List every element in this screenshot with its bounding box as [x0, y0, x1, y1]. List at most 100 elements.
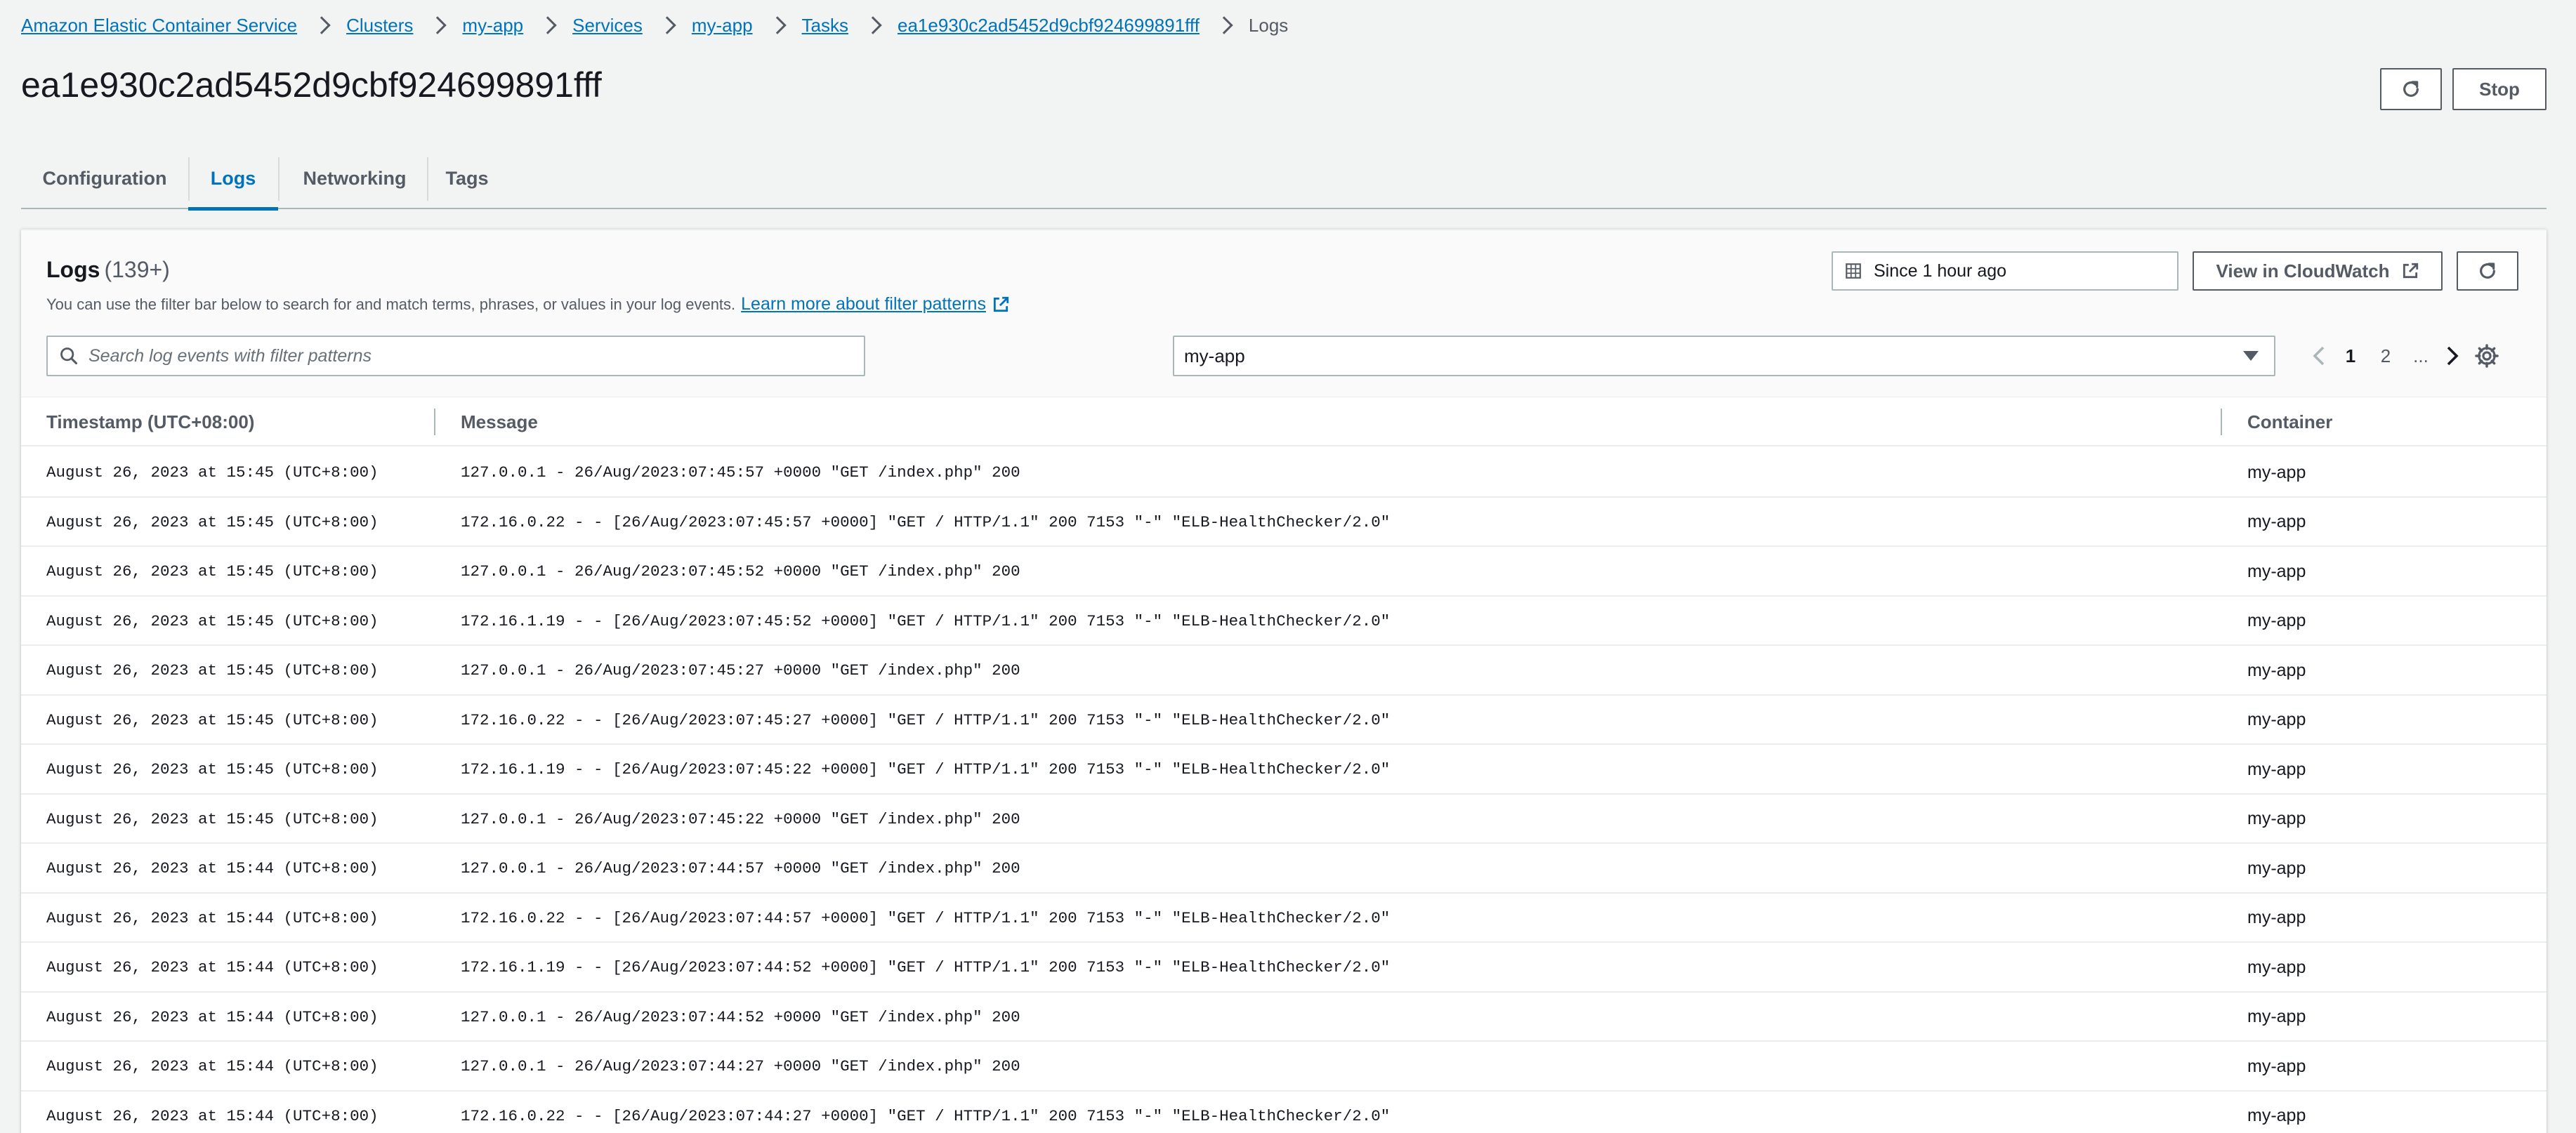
chevron-right-icon [1215, 16, 1233, 34]
caret-down-icon [2243, 351, 2259, 361]
table-row[interactable]: August 26, 2023 at 15:44 (UTC+8:00) 172.… [21, 894, 2547, 943]
table-row[interactable]: August 26, 2023 at 15:44 (UTC+8:00) 127.… [21, 1042, 2547, 1092]
logs-panel-header: Logs (139+) You can use the filter bar be… [21, 230, 2547, 397]
view-in-cloudwatch-button[interactable]: View in CloudWatch [2193, 251, 2443, 291]
table-row[interactable]: August 26, 2023 at 15:44 (UTC+8:00) 172.… [21, 1092, 2547, 1133]
cell-container: my-app [2247, 1056, 2306, 1076]
table-row[interactable]: August 26, 2023 at 15:45 (UTC+8:00) 127.… [21, 795, 2547, 844]
tab-logs[interactable]: Logs [188, 147, 278, 211]
table-row[interactable]: August 26, 2023 at 15:45 (UTC+8:00) 127.… [21, 448, 2547, 498]
container-select[interactable]: my-app [1173, 336, 2275, 376]
chevron-left-icon [2313, 346, 2325, 366]
breadcrumb-cluster-my-app[interactable]: my-app [462, 15, 523, 37]
cell-container: my-app [2247, 858, 2306, 878]
tab-bar: Configuration Logs Networking Tags [21, 147, 2547, 211]
view-in-cloudwatch-label: View in CloudWatch [2216, 260, 2390, 281]
cell-container: my-app [2247, 462, 2306, 482]
gear-icon[interactable] [2473, 343, 2500, 369]
breadcrumb-tasks[interactable]: Tasks [802, 15, 848, 37]
cell-timestamp: August 26, 2023 at 15:45 (UTC+8:00) [46, 661, 379, 680]
log-search-input[interactable] [88, 345, 847, 366]
table-row[interactable]: August 26, 2023 at 15:45 (UTC+8:00) 172.… [21, 597, 2547, 646]
chevron-right-icon [864, 16, 882, 34]
stop-button[interactable]: Stop [2452, 68, 2547, 110]
table-row[interactable]: August 26, 2023 at 15:44 (UTC+8:00) 127.… [21, 993, 2547, 1042]
cell-timestamp: August 26, 2023 at 15:44 (UTC+8:00) [46, 1007, 379, 1026]
breadcrumb-ecs[interactable]: Amazon Elastic Container Service [21, 15, 297, 37]
breadcrumb-service-my-app[interactable]: my-app [692, 15, 753, 37]
table-row[interactable]: August 26, 2023 at 15:44 (UTC+8:00) 127.… [21, 844, 2547, 894]
column-header-message[interactable]: Message [461, 397, 538, 446]
cell-timestamp: August 26, 2023 at 15:45 (UTC+8:00) [46, 760, 379, 778]
column-header-timestamp[interactable]: Timestamp (UTC+08:00) [46, 397, 254, 446]
breadcrumb-services[interactable]: Services [572, 15, 643, 37]
tab-networking[interactable]: Networking [280, 147, 430, 209]
table-header: Timestamp (UTC+08:00) Message Container [21, 397, 2547, 446]
container-select-value: my-app [1184, 345, 1245, 366]
chevron-right-icon [658, 16, 676, 34]
previous-page-button[interactable] [2305, 338, 2333, 373]
chevron-right-icon [428, 16, 447, 34]
logs-description: You can use the filter bar below to sear… [46, 295, 736, 313]
breadcrumb-current: Logs [1248, 14, 1289, 36]
cell-message: 172.16.1.19 - - [26/Aug/2023:07:45:22 +0… [461, 760, 1391, 778]
table-row[interactable]: August 26, 2023 at 15:44 (UTC+8:00) 172.… [21, 943, 2547, 993]
calendar-icon [1846, 263, 1861, 279]
page-ellipsis: ... [2413, 345, 2429, 366]
cell-message: 127.0.0.1 - 26/Aug/2023:07:45:52 +0000 "… [461, 562, 1020, 581]
cell-message: 127.0.0.1 - 26/Aug/2023:07:44:27 +0000 "… [461, 1057, 1020, 1075]
table-row[interactable]: August 26, 2023 at 15:45 (UTC+8:00) 172.… [21, 696, 2547, 745]
table-row[interactable]: August 26, 2023 at 15:45 (UTC+8:00) 172.… [21, 498, 2547, 547]
time-range-filter[interactable]: Since 1 hour ago [1832, 251, 2179, 291]
table-row[interactable]: August 26, 2023 at 15:45 (UTC+8:00) 172.… [21, 745, 2547, 795]
column-header-container[interactable]: Container [2247, 397, 2332, 446]
cell-timestamp: August 26, 2023 at 15:45 (UTC+8:00) [46, 809, 379, 828]
page-1-button[interactable]: 1 [2333, 338, 2368, 373]
column-resizer[interactable] [2221, 409, 2222, 435]
external-link-icon[interactable] [992, 296, 1010, 314]
learn-more-link[interactable]: Learn more about filter patterns [741, 294, 986, 314]
cell-container: my-app [2247, 611, 2306, 630]
table-row[interactable]: August 26, 2023 at 15:45 (UTC+8:00) 127.… [21, 547, 2547, 597]
refresh-icon [2480, 263, 2495, 279]
cell-timestamp: August 26, 2023 at 15:45 (UTC+8:00) [46, 562, 379, 581]
chevron-right-icon [768, 16, 787, 34]
cell-timestamp: August 26, 2023 at 15:45 (UTC+8:00) [46, 710, 379, 729]
refresh-icon [2403, 81, 2419, 97]
logs-panel: Logs (139+) You can use the filter bar be… [21, 229, 2547, 1133]
chevron-right-icon [313, 16, 331, 34]
search-icon [60, 347, 78, 365]
cell-message: 172.16.0.22 - - [26/Aug/2023:07:45:27 +0… [461, 710, 1391, 729]
logs-count: (139+) [104, 257, 170, 282]
page-title: ea1e930c2ad5452d9cbf924699891fff [21, 65, 602, 105]
logs-refresh-button[interactable] [2457, 251, 2518, 291]
chevron-right-icon [2447, 346, 2459, 366]
cell-container: my-app [2247, 710, 2306, 729]
cell-container: my-app [2247, 908, 2306, 927]
breadcrumb-clusters[interactable]: Clusters [346, 15, 413, 37]
page-2-button[interactable]: 2 [2368, 338, 2403, 373]
next-page-button[interactable] [2438, 338, 2466, 373]
pagination: 1 2 ... [2305, 336, 2466, 376]
cell-timestamp: August 26, 2023 at 15:45 (UTC+8:00) [46, 512, 379, 531]
tab-configuration[interactable]: Configuration [21, 147, 188, 209]
cell-timestamp: August 26, 2023 at 15:44 (UTC+8:00) [46, 1057, 379, 1075]
logs-description-line: You can use the filter bar below to sear… [46, 294, 1010, 314]
external-link-icon [2403, 263, 2418, 279]
column-resizer[interactable] [434, 409, 435, 435]
tab-tags[interactable]: Tags [428, 147, 506, 209]
breadcrumb-task-id[interactable]: ea1e930c2ad5452d9cbf924699891fff [898, 15, 1200, 37]
breadcrumb: Amazon Elastic Container Service Cluster… [21, 14, 1288, 37]
cell-container: my-app [2247, 561, 2306, 581]
table-row[interactable]: August 26, 2023 at 15:45 (UTC+8:00) 127.… [21, 646, 2547, 696]
logs-title: Logs [46, 257, 100, 282]
refresh-button[interactable] [2380, 68, 2442, 110]
cell-container: my-app [2247, 512, 2306, 531]
cell-timestamp: August 26, 2023 at 15:44 (UTC+8:00) [46, 908, 379, 927]
cell-container: my-app [2247, 1007, 2306, 1026]
cell-message: 172.16.0.22 - - [26/Aug/2023:07:44:57 +0… [461, 908, 1391, 927]
cell-timestamp: August 26, 2023 at 15:44 (UTC+8:00) [46, 1106, 379, 1125]
cell-message: 172.16.0.22 - - [26/Aug/2023:07:45:57 +0… [461, 512, 1391, 531]
logs-heading: Logs (139+) [46, 257, 170, 283]
cell-message: 172.16.0.22 - - [26/Aug/2023:07:44:27 +0… [461, 1106, 1391, 1125]
